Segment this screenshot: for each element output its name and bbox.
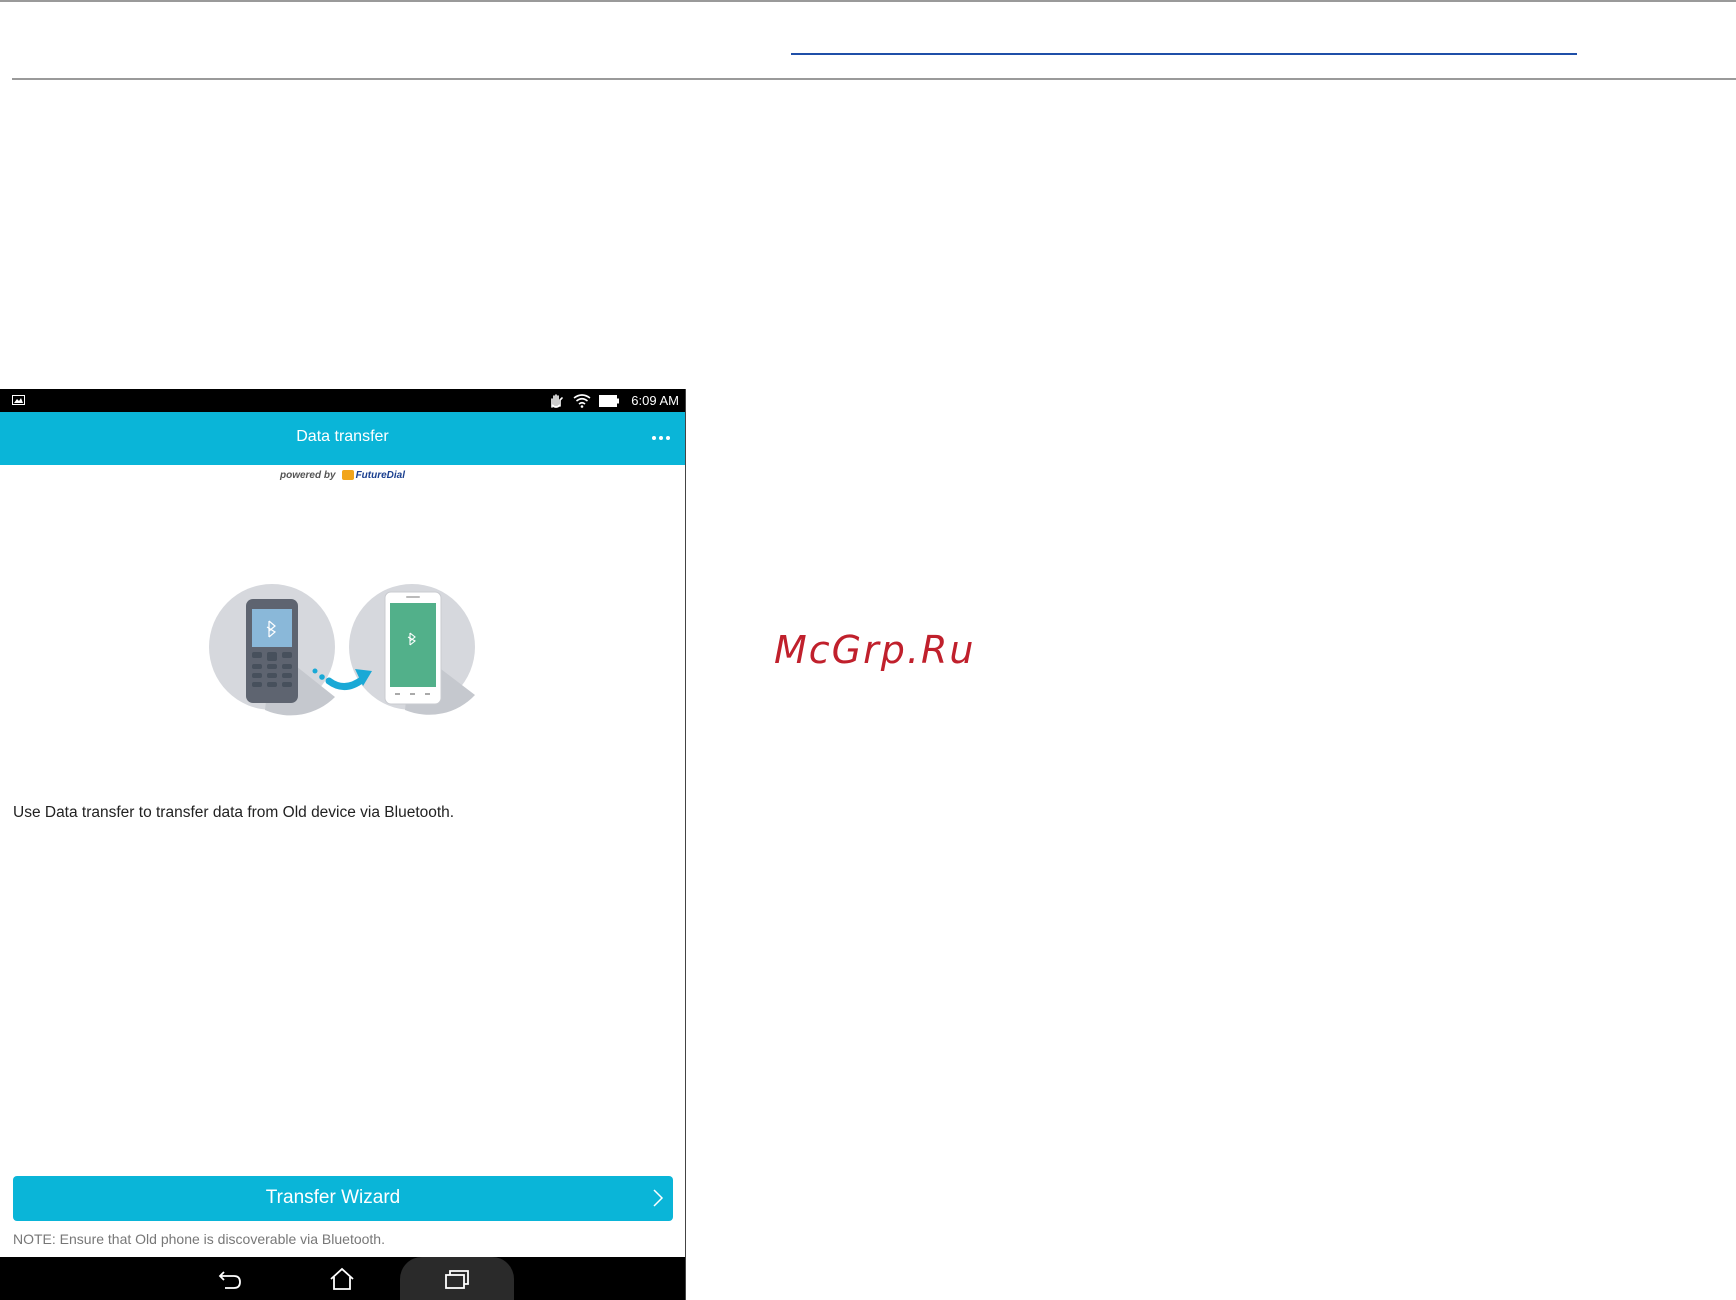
- status-icons: 6:09 AM: [549, 393, 679, 408]
- status-bar: 6:09 AM: [0, 389, 685, 412]
- powered-by-logo: powered by FutureDial: [0, 467, 685, 483]
- futuredial-mark-icon: [341, 470, 354, 480]
- powered-by-text: powered by: [279, 469, 336, 481]
- more-horizontal-icon[interactable]: [647, 424, 675, 452]
- app-bar: Data transfer: [0, 412, 685, 465]
- old-phone-icon: [209, 584, 335, 716]
- navigation-bar: [0, 1257, 685, 1300]
- wifi-icon: [573, 393, 591, 408]
- transfer-wizard-label: Transfer Wizard: [265, 1187, 401, 1208]
- image-notification-icon: [12, 395, 25, 405]
- futuredial-logo: FutureDial: [341, 469, 406, 481]
- hand-gesture-icon: [551, 394, 564, 408]
- note-text: NOTE: Ensure that Old phone is discovera…: [13, 1231, 385, 1247]
- description-text: Use Data transfer to transfer data from …: [13, 804, 455, 821]
- back-icon: [218, 1270, 241, 1289]
- device-screenshot: 6:09 AM Data transfer powered by FutureD…: [0, 389, 686, 1300]
- new-phone-icon: [349, 584, 475, 715]
- chevron-right-icon: [653, 1189, 664, 1207]
- battery-icon: [599, 394, 620, 407]
- app-title: Data transfer: [296, 428, 389, 445]
- back-button[interactable]: [190, 1257, 270, 1300]
- recent-apps-icon: [445, 1269, 469, 1289]
- top-rule: [0, 0, 1736, 2]
- home-button[interactable]: [302, 1257, 382, 1300]
- recent-apps-button[interactable]: [400, 1257, 514, 1300]
- home-icon: [330, 1267, 354, 1290]
- transfer-illustration: [209, 584, 475, 716]
- header-accent-rule: [791, 53, 1577, 55]
- transfer-wizard-button[interactable]: Transfer Wizard: [13, 1176, 673, 1221]
- futuredial-brand: FutureDial: [355, 469, 406, 481]
- status-time: 6:09 AM: [631, 393, 679, 408]
- watermark: McGrp.Ru: [774, 628, 976, 672]
- header-rule: [12, 78, 1736, 80]
